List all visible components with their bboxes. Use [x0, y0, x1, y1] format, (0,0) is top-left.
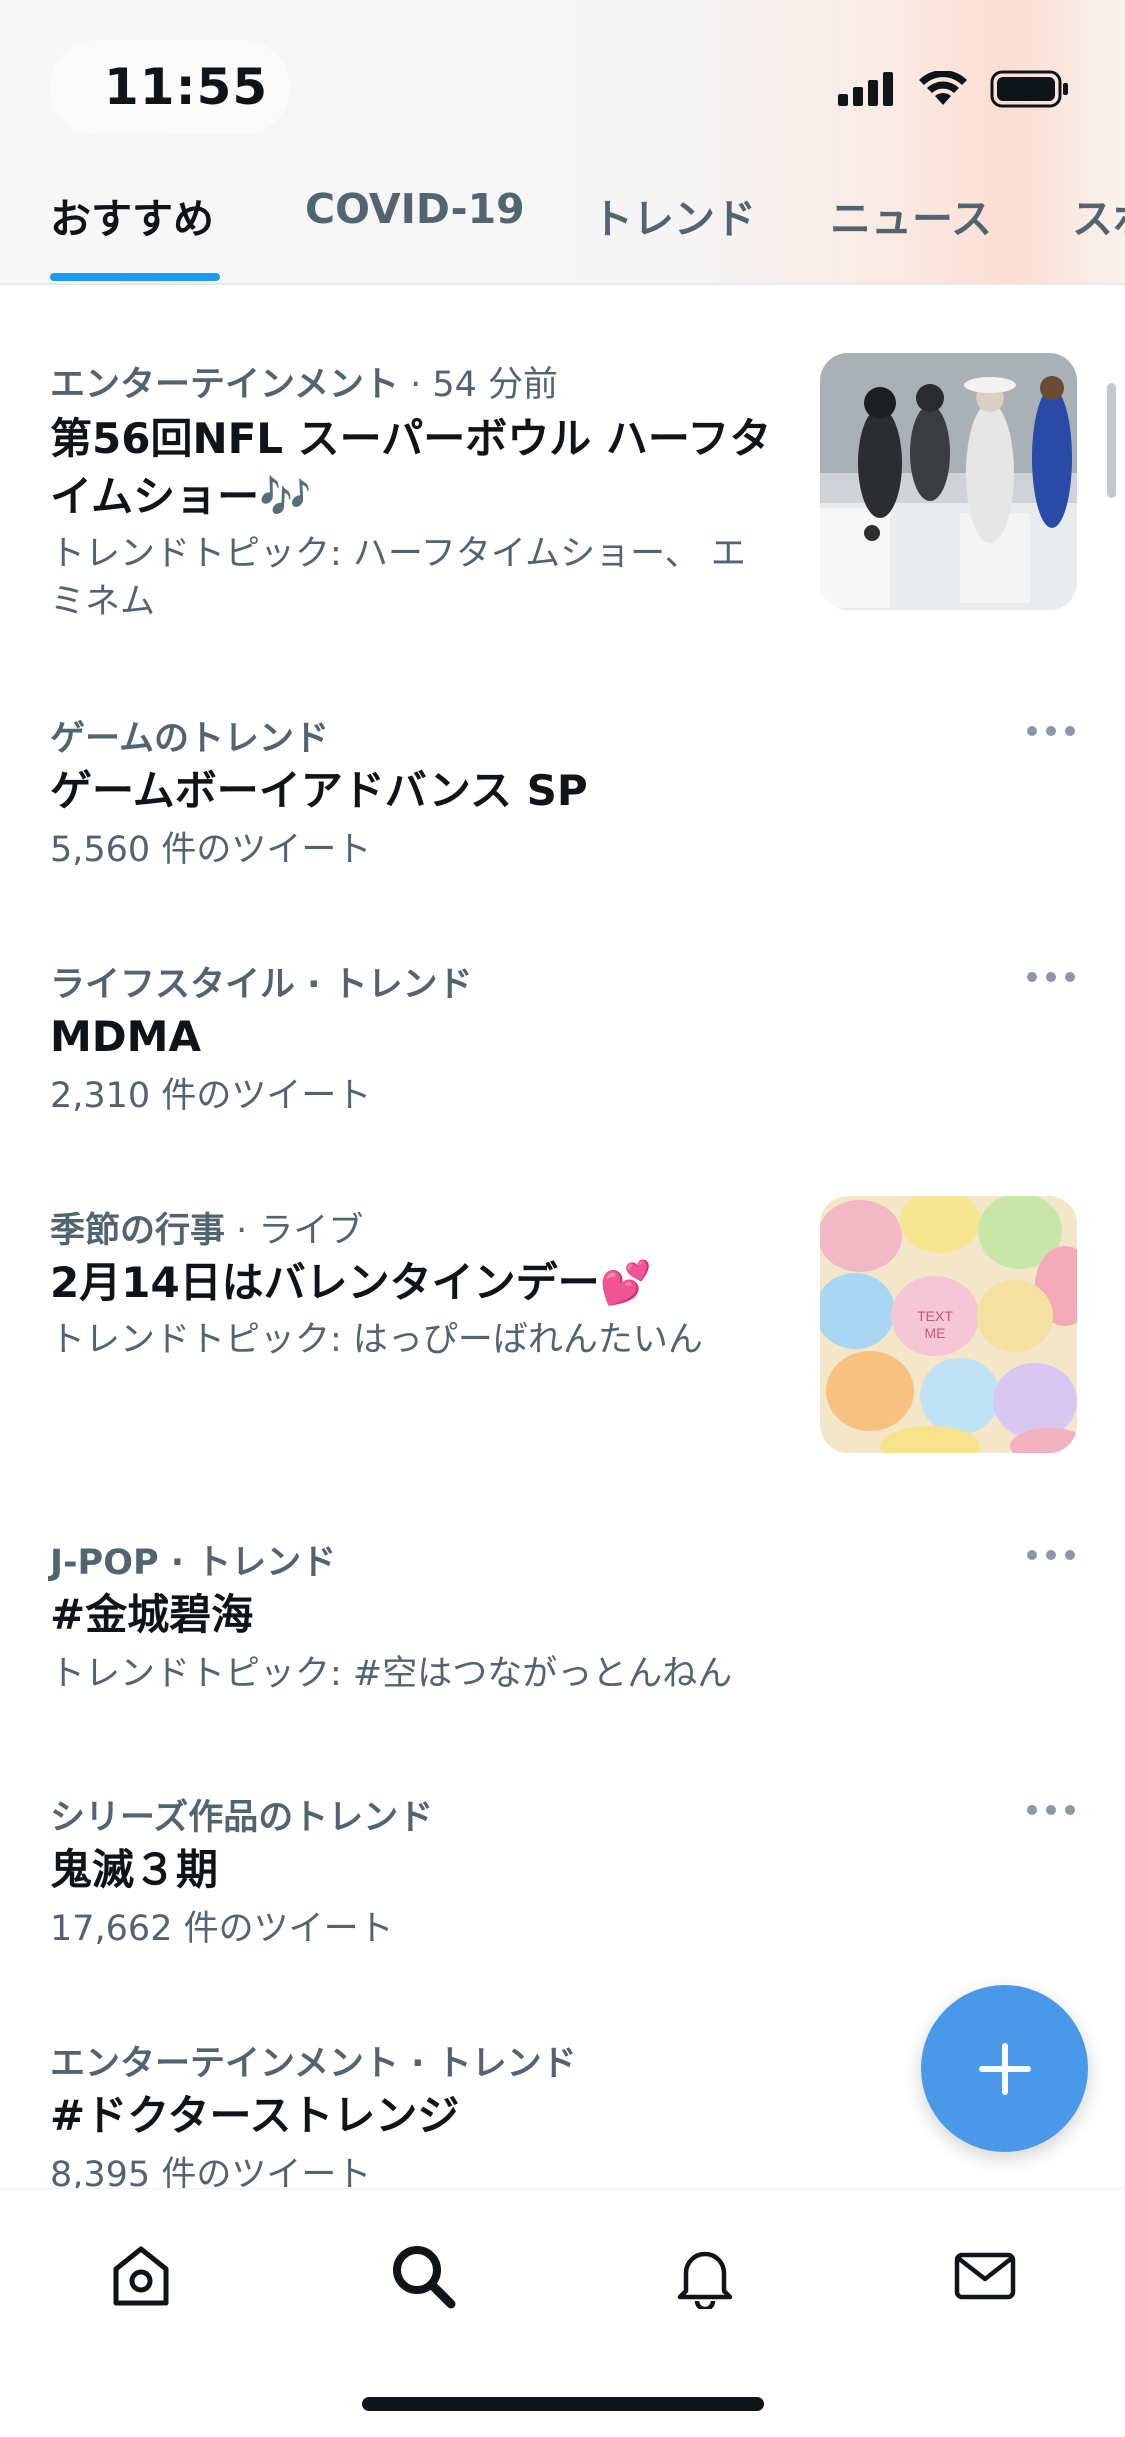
- home-icon: [113, 2246, 169, 2306]
- trend-time: · 54 分前: [398, 365, 558, 405]
- trend-category: エンターテインメント: [50, 365, 399, 405]
- active-tab-indicator: [50, 273, 220, 281]
- trend-subtitle: トレンドトピック: ハーフタイムショー、 エミネム: [50, 534, 746, 622]
- trend-item[interactable]: J-POP · トレンド #金城碧海 トレンドトピック: #空はつながっとんねん: [0, 1528, 1125, 1708]
- wifi-icon: [919, 71, 967, 105]
- trend-category: J-POP · トレンド: [50, 1543, 337, 1583]
- trend-title: #ドクターストレンジ: [50, 2091, 460, 2140]
- compose-button[interactable]: [921, 1985, 1088, 2152]
- home-indicator[interactable]: [362, 2397, 764, 2411]
- trend-subtitle: 5,560 件のツイート: [50, 830, 372, 870]
- more-options-icon[interactable]: [1027, 1803, 1075, 1817]
- candy-hearts-thumbnail[interactable]: TEXT ME: [820, 1196, 1077, 1453]
- trend-item[interactable]: ライフスタイル · トレンド MDMA 2,310 件のツイート: [0, 950, 1125, 1130]
- more-options-icon[interactable]: [1027, 724, 1075, 738]
- trends-feed[interactable]: エンターテインメント · 54 分前 第56回NFL スーパーボウル ハーフタイ…: [0, 283, 1125, 2188]
- trend-meta: エンターテインメント · 54 分前: [50, 356, 558, 407]
- halftime-show-thumbnail[interactable]: [820, 353, 1077, 610]
- cellular-signal-icon: [838, 72, 893, 106]
- trend-subtitle: トレンドトピック: #空はつながっとんねん: [50, 1654, 733, 1694]
- status-time: 11:55: [104, 58, 269, 116]
- plus-icon: [978, 2042, 1031, 2095]
- trend-category: 季節の行事: [50, 1211, 226, 1251]
- search-icon: [393, 2246, 456, 2309]
- trend-title: #金城碧海: [50, 1590, 254, 1639]
- trend-time: · ライブ: [225, 1211, 364, 1251]
- trend-title: MDMA: [50, 1012, 201, 1061]
- more-options-icon[interactable]: [1027, 1548, 1075, 1562]
- more-options-icon[interactable]: [1027, 970, 1075, 984]
- nav-search[interactable]: [378, 2231, 468, 2321]
- trend-subtitle: 17,662 件のツイート: [50, 1909, 394, 1949]
- battery-icon: [990, 70, 1068, 108]
- tab-recommended[interactable]: おすすめ: [50, 185, 214, 283]
- top-header: 11:55 おすすめ COVID-19 トレンド ニュース スポ: [0, 0, 1125, 285]
- explore-tabs: おすすめ COVID-19 トレンド ニュース スポ: [0, 185, 1125, 283]
- scrollbar[interactable]: [1107, 383, 1116, 498]
- mail-icon: [954, 2252, 1016, 2300]
- svg-text:ME: ME: [925, 1325, 946, 1341]
- trend-category: ライフスタイル · トレンド: [50, 965, 473, 1005]
- trend-title: 2月14日はバレンタインデー💕: [50, 1258, 652, 1307]
- tab-covid[interactable]: COVID-19: [305, 185, 525, 283]
- trend-item[interactable]: エンターテインメント · 54 分前 第56回NFL スーパーボウル ハーフタイ…: [0, 350, 1125, 635]
- nav-home[interactable]: [96, 2231, 186, 2321]
- bell-icon: [677, 2251, 733, 2309]
- trend-title: 鬼滅３期: [50, 1845, 219, 1894]
- nav-notifications[interactable]: [660, 2231, 750, 2321]
- trend-item[interactable]: ゲームのトレンド ゲームボーイアドバンス SP 5,560 件のツイート: [0, 704, 1125, 884]
- tab-sports[interactable]: スポ: [1072, 185, 1125, 283]
- trend-subtitle: 2,310 件のツイート: [50, 1076, 372, 1116]
- trend-subtitle: トレンドトピック: はっぴーばれんたいん: [50, 1320, 703, 1360]
- trend-title: 第56回NFL スーパーボウル ハーフタイムショー🎶: [50, 414, 772, 521]
- trend-item[interactable]: 季節の行事 · ライブ 2月14日はバレンタインデー💕 トレンドトピック: はっ…: [0, 1196, 1125, 1486]
- trend-category: シリーズ作品のトレンド: [50, 1798, 434, 1838]
- nav-messages[interactable]: [940, 2231, 1030, 2321]
- tab-trending[interactable]: トレンド: [592, 185, 756, 283]
- svg-text:TEXT: TEXT: [917, 1308, 953, 1324]
- trend-meta: 季節の行事 · ライブ: [50, 1202, 363, 1253]
- trend-category: ゲームのトレンド: [50, 719, 329, 759]
- trend-title: ゲームボーイアドバンス SP: [50, 766, 588, 815]
- tab-news[interactable]: ニュース: [830, 185, 992, 283]
- status-icons: [838, 64, 1070, 114]
- trend-item[interactable]: シリーズ作品のトレンド 鬼滅３期 17,662 件のツイート: [0, 1783, 1125, 1963]
- trend-subtitle: 8,395 件のツイート: [50, 2155, 372, 2188]
- trend-category: エンターテインメント · トレンド: [50, 2044, 577, 2084]
